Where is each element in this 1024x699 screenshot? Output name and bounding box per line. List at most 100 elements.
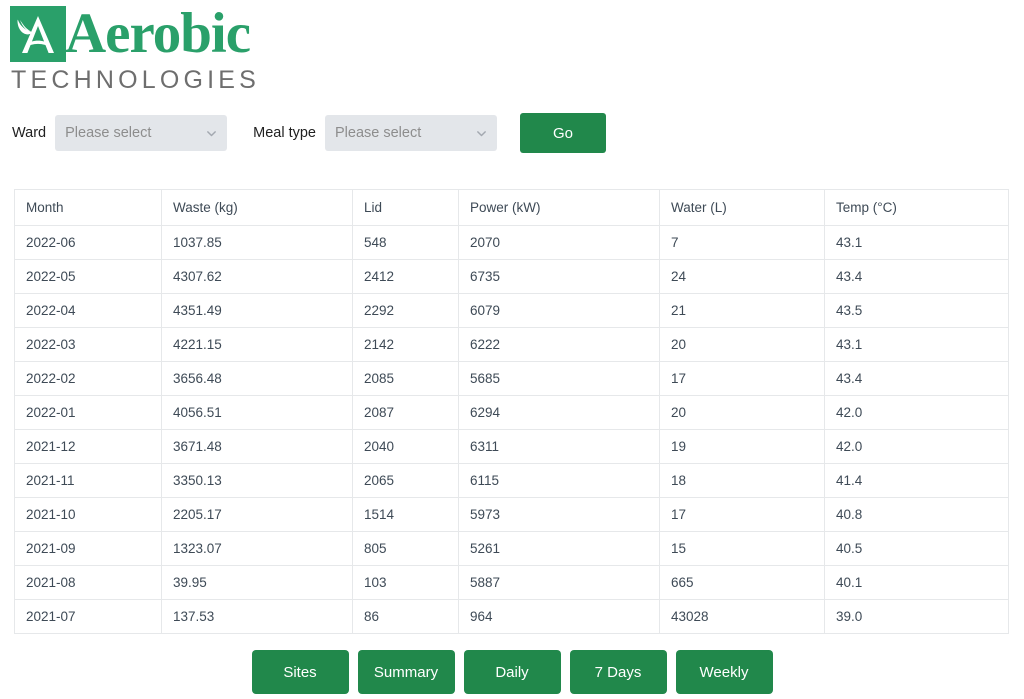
cell-water: 20 (659, 327, 825, 362)
go-button[interactable]: Go (519, 113, 606, 153)
cell-month: 2021-08 (14, 565, 162, 600)
cell-temp: 43.4 (824, 259, 1009, 294)
table-row: 2021-10 2205.17 1514 5973 17 40.8 (14, 497, 1009, 532)
brand-name: Aerobic (65, 2, 251, 65)
meal-type-select-value: Please select (334, 125, 422, 141)
cell-power: 5261 (458, 531, 660, 566)
cell-temp: 43.1 (824, 327, 1009, 362)
cell-waste: 137.53 (161, 599, 353, 634)
logo-wordmark: Aerobic (10, 2, 260, 65)
brand-subtitle: TECHNOLOGIES (11, 66, 261, 94)
cell-temp: 40.5 (824, 531, 1009, 566)
cell-temp: 40.8 (824, 497, 1009, 532)
cell-temp: 43.1 (824, 225, 1009, 260)
cell-water: 7 (659, 225, 825, 260)
sites-button[interactable]: Sites (251, 650, 349, 694)
cell-month: 2022-03 (14, 327, 162, 362)
cell-power: 2070 (458, 225, 660, 260)
cell-water: 17 (659, 361, 825, 396)
table-row: 2022-06 1037.85 548 2070 7 43.1 (14, 225, 1009, 260)
cell-lid: 2412 (352, 259, 459, 294)
cell-lid: 2087 (352, 395, 459, 430)
cell-month: 2021-07 (14, 599, 162, 634)
cell-waste: 1323.07 (161, 531, 353, 566)
cell-temp: 41.4 (824, 463, 1009, 498)
cell-lid: 2142 (352, 327, 459, 362)
cell-power: 964 (458, 599, 660, 634)
column-header-temp: Temp (°C) (824, 189, 1009, 226)
cell-power: 6079 (458, 293, 660, 328)
cell-month: 2021-09 (14, 531, 162, 566)
cell-water: 24 (659, 259, 825, 294)
cell-power: 6294 (458, 395, 660, 430)
cell-waste: 4307.62 (161, 259, 353, 294)
cell-month: 2021-10 (14, 497, 162, 532)
table-row: 2022-03 4221.15 2142 6222 20 43.1 (14, 327, 1009, 362)
column-header-lid: Lid (352, 189, 459, 226)
cell-waste: 4351.49 (161, 293, 353, 328)
cell-month: 2022-01 (14, 395, 162, 430)
weekly-button[interactable]: Weekly (675, 650, 773, 694)
cell-temp: 39.0 (824, 599, 1009, 634)
cell-waste: 39.95 (161, 565, 353, 600)
chevron-down-icon (477, 130, 486, 136)
aerobic-a-leaf-logo-icon (10, 6, 66, 62)
column-header-waste: Waste (kg) (161, 189, 353, 226)
table-header-row: Month Waste (kg) Lid Power (kW) Water (L… (14, 189, 1009, 226)
cell-water: 43028 (659, 599, 825, 634)
ward-select-value: Please select (65, 125, 152, 141)
cell-water: 15 (659, 531, 825, 566)
summary-button[interactable]: Summary (357, 650, 455, 694)
data-table-container: Month Waste (kg) Lid Power (kW) Water (L… (14, 189, 1009, 634)
cell-temp: 43.5 (824, 293, 1009, 328)
cell-waste: 4221.15 (161, 327, 353, 362)
daily-button[interactable]: Daily (463, 650, 561, 694)
cell-lid: 2085 (352, 361, 459, 396)
cell-month: 2022-05 (14, 259, 162, 294)
table-row: 2022-05 4307.62 2412 6735 24 43.4 (14, 259, 1009, 294)
chevron-down-icon (207, 130, 217, 136)
table-row: 2022-01 4056.51 2087 6294 20 42.0 (14, 395, 1009, 430)
cell-lid: 805 (352, 531, 459, 566)
table-row: 2021-07 137.53 86 964 43028 39.0 (14, 599, 1009, 634)
cell-lid: 1514 (352, 497, 459, 532)
cell-lid: 103 (352, 565, 459, 600)
meal-type-label: Meal type (253, 125, 316, 141)
cell-waste: 1037.85 (161, 225, 353, 260)
cell-waste: 4056.51 (161, 395, 353, 430)
cell-temp: 43.4 (824, 361, 1009, 396)
cell-month: 2022-06 (14, 225, 162, 260)
cell-temp: 42.0 (824, 429, 1009, 464)
ward-label: Ward (12, 125, 47, 141)
table-body: 2022-06 1037.85 548 2070 7 43.1 2022-05 4307.6… (14, 225, 1009, 634)
ward-select[interactable]: Please select (55, 115, 228, 151)
cell-power: 5685 (458, 361, 660, 396)
cell-waste: 3350.13 (161, 463, 353, 498)
cell-lid: 548 (352, 225, 459, 260)
filter-bar: Ward Please select Meal type Please sele… (12, 113, 606, 153)
column-header-month: Month (14, 189, 162, 226)
column-header-water: Water (L) (659, 189, 825, 226)
cell-waste: 2205.17 (161, 497, 353, 532)
cell-temp: 40.1 (824, 565, 1009, 600)
cell-water: 20 (659, 395, 825, 430)
brand-logo: Aerobic TECHNOLOGIES (10, 2, 261, 95)
cell-month: 2021-11 (14, 463, 162, 498)
cell-month: 2022-04 (14, 293, 162, 328)
table-row: 2022-02 3656.48 2085 5685 17 43.4 (14, 361, 1009, 396)
cell-water: 17 (659, 497, 825, 532)
cell-power: 6115 (458, 463, 660, 498)
cell-waste: 3671.48 (161, 429, 353, 464)
cell-water: 21 (659, 293, 825, 328)
7-days-button[interactable]: 7 Days (569, 650, 667, 694)
meal-type-select[interactable]: Please select (324, 115, 497, 151)
cell-lid: 2292 (352, 293, 459, 328)
view-nav-buttons: Sites Summary Daily 7 Days Weekly (0, 650, 1024, 694)
cell-month: 2022-02 (14, 361, 162, 396)
table-row: 2021-09 1323.07 805 5261 15 40.5 (14, 531, 1009, 566)
cell-lid: 86 (352, 599, 459, 634)
cell-temp: 42.0 (824, 395, 1009, 430)
table-row: 2021-12 3671.48 2040 6311 19 42.0 (14, 429, 1009, 464)
table-row: 2021-08 39.95 103 5887 665 40.1 (14, 565, 1009, 600)
cell-power: 5887 (458, 565, 660, 600)
